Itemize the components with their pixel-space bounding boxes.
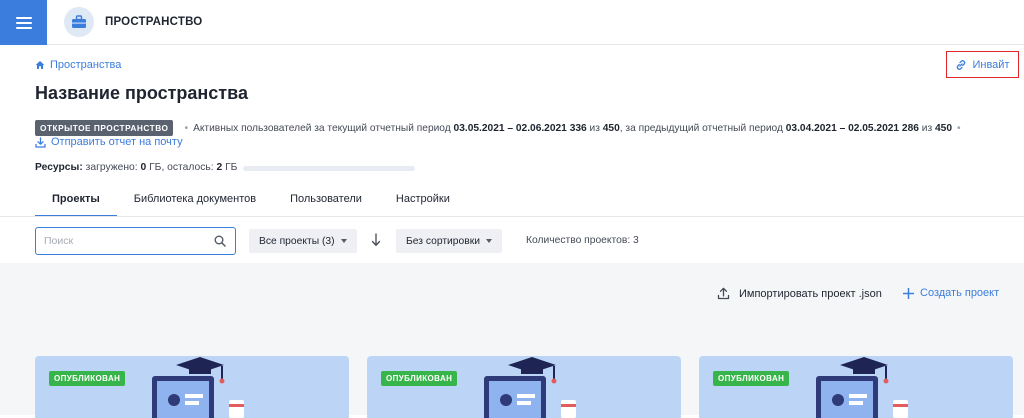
tab-settings[interactable]: Настройки bbox=[379, 193, 467, 216]
published-badge: ОПУБЛИКОВАН bbox=[713, 371, 790, 386]
sort-value: Без сортировки bbox=[406, 235, 480, 247]
send-report-label: Отправить отчет на почту bbox=[51, 136, 183, 148]
download-icon bbox=[35, 136, 46, 148]
current-period-dates: 03.05.2021 – 02.06.2021 bbox=[453, 122, 567, 134]
top-bar: ПРОСТРАНСТВО bbox=[0, 0, 1024, 45]
create-project-label: Создать проект bbox=[920, 287, 1000, 299]
loaded-label: загружено: bbox=[85, 162, 138, 173]
published-badge: ОПУБЛИКОВАН bbox=[381, 371, 458, 386]
plus-icon bbox=[903, 287, 914, 299]
project-filter-value: Все проекты (3) bbox=[259, 235, 335, 247]
create-project-button[interactable]: Создать проект bbox=[903, 287, 999, 299]
loaded-unit: ГБ bbox=[149, 162, 162, 173]
resources-label: Ресурсы: bbox=[35, 162, 83, 173]
space-info: ОТКРЫТОЕ ПРОСТРАНСТВО • Активных пользов… bbox=[35, 120, 966, 136]
chevron-down-icon bbox=[485, 239, 492, 243]
tab-users[interactable]: Пользователи bbox=[273, 193, 379, 216]
briefcase-icon bbox=[64, 7, 94, 37]
of-word: из bbox=[589, 122, 600, 134]
tab-document-library[interactable]: Библиотека документов bbox=[117, 193, 273, 216]
menu-button[interactable] bbox=[0, 0, 47, 45]
search-box bbox=[35, 227, 236, 255]
remaining-label: , осталось: bbox=[161, 162, 214, 173]
page-title: Название пространства bbox=[35, 83, 248, 103]
breadcrumb[interactable]: Пространства bbox=[35, 59, 121, 71]
remaining-value: 2 bbox=[216, 162, 223, 173]
course-illustration bbox=[152, 357, 244, 418]
resources-info: Ресурсы: загружено: 0 ГБ, осталось: 2 ГБ bbox=[35, 162, 237, 173]
published-badge: ОПУБЛИКОВАН bbox=[49, 371, 126, 386]
previous-active-users: 286 bbox=[901, 122, 919, 134]
current-total-users: 450 bbox=[602, 122, 620, 134]
course-illustration bbox=[816, 357, 908, 418]
tab-projects[interactable]: Проекты bbox=[35, 193, 117, 217]
import-project-label: Импортировать проект .json bbox=[739, 287, 882, 300]
search-input[interactable] bbox=[44, 233, 209, 249]
breadcrumb-label: Пространства bbox=[50, 59, 122, 71]
app-title: ПРОСТРАНСТВО bbox=[105, 16, 203, 28]
course-illustration bbox=[484, 357, 576, 418]
arrow-down-icon[interactable] bbox=[371, 233, 381, 247]
home-icon bbox=[35, 61, 45, 69]
project-filter-dropdown[interactable]: Все проекты (3) bbox=[249, 229, 357, 253]
project-card[interactable]: ОПУБЛИКОВАН bbox=[699, 356, 1013, 418]
tabs-divider bbox=[0, 216, 1024, 217]
hamburger-icon bbox=[15, 16, 32, 29]
tab-bar: Проекты Библиотека документов Пользовате… bbox=[35, 193, 467, 217]
chevron-down-icon bbox=[340, 239, 347, 243]
loaded-value: 0 bbox=[140, 162, 147, 173]
storage-progress-bar bbox=[243, 166, 415, 171]
import-project-button[interactable]: Импортировать проект .json bbox=[717, 287, 882, 300]
sort-dropdown[interactable]: Без сортировки bbox=[396, 229, 502, 253]
send-report-link[interactable]: Отправить отчет на почту bbox=[35, 136, 183, 148]
previous-period-label: , за предыдущий отчетный период bbox=[619, 122, 783, 134]
previous-period-dates: 03.04.2021 – 02.05.2021 bbox=[785, 122, 900, 134]
project-card[interactable]: ОПУБЛИКОВАН bbox=[35, 356, 349, 418]
invite-button[interactable]: Инвайт bbox=[946, 51, 1019, 78]
separator-dot: • bbox=[184, 122, 189, 134]
invite-label: Инвайт bbox=[972, 58, 1010, 71]
current-active-users: 336 bbox=[569, 122, 587, 134]
upload-icon bbox=[717, 287, 730, 300]
link-icon bbox=[957, 59, 966, 70]
separator-dot: • bbox=[956, 122, 961, 134]
of-word: из bbox=[921, 122, 933, 134]
current-period-label: Активных пользователей за текущий отчетн… bbox=[193, 122, 451, 134]
remaining-unit: ГБ bbox=[225, 162, 238, 173]
project-count: Количество проектов: 3 bbox=[526, 235, 639, 246]
space-type-badge: ОТКРЫТОЕ ПРОСТРАНСТВО bbox=[35, 120, 174, 136]
search-icon[interactable] bbox=[214, 235, 226, 247]
previous-total-users: 450 bbox=[934, 122, 952, 134]
project-card[interactable]: ОПУБЛИКОВАН bbox=[367, 356, 681, 418]
